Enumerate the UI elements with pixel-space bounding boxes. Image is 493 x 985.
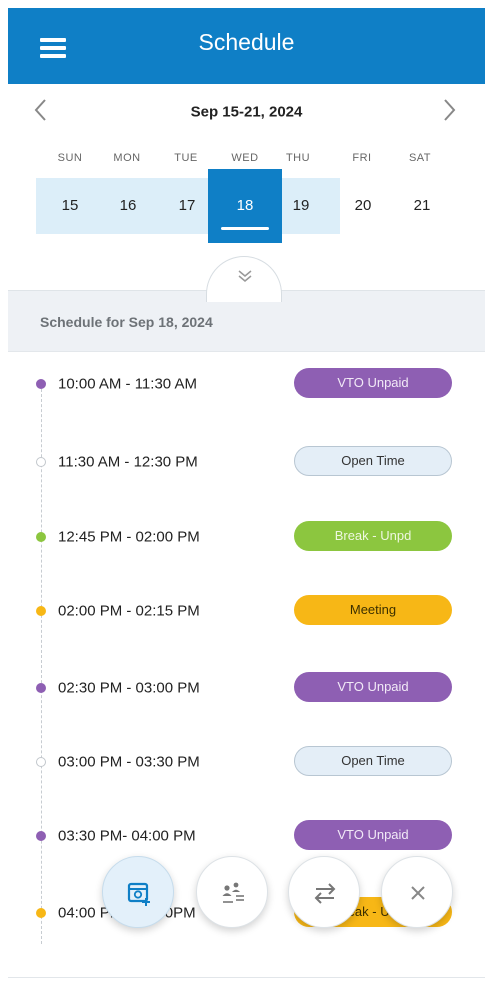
schedule-heading: Schedule for Sep 18, 2024 (40, 314, 213, 330)
day-name-mon: MON (113, 152, 141, 164)
calendar-add-icon (127, 882, 150, 906)
double-chevron-down-icon (238, 270, 252, 282)
status-dot (36, 831, 46, 841)
schedule-row[interactable]: 02:30 PM - 03:00 PM VTO Unpaid (8, 668, 485, 708)
schedule-row[interactable]: 10:00 AM - 11:30 AM VTO Unpaid (8, 364, 485, 404)
swap-shift-fab[interactable] (288, 856, 360, 928)
date-cell-16[interactable]: 16 (99, 178, 157, 234)
day-name-thu: THU (285, 152, 311, 164)
chevron-right-icon[interactable] (434, 94, 464, 126)
swap-arrows-icon (314, 883, 336, 904)
day-name-sat: SAT (408, 152, 432, 164)
activity-badge-vto-unpaid[interactable]: VTO Unpaid (294, 672, 452, 702)
schedule-row[interactable]: 11:30 AM - 12:30 PM Open Time (8, 442, 485, 482)
schedule-screen: Schedule Sep 15-21, 2024 SUN MON TUE WED… (8, 8, 485, 978)
status-dot (36, 379, 46, 389)
week-navigator: Sep 15-21, 2024 (8, 84, 485, 140)
add-time-off-fab[interactable] (102, 856, 174, 928)
status-dot (36, 908, 46, 918)
status-dot (36, 683, 46, 693)
activity-badge-vto-unpaid[interactable]: VTO Unpaid (294, 368, 452, 398)
shift-time: 12:45 PM - 02:00 PM (58, 528, 200, 546)
shift-time: 10:00 AM - 11:30 AM (58, 375, 197, 393)
day-name-tue: TUE (174, 152, 198, 164)
shift-time: 11:30 AM - 12:30 PM (58, 453, 198, 471)
date-cell-20[interactable]: 20 (334, 178, 392, 234)
date-cell-19[interactable]: 19 (272, 178, 330, 234)
date-cell-21[interactable]: 21 (393, 178, 451, 234)
team-fab[interactable] (196, 856, 268, 928)
shift-time: 02:30 PM - 03:00 PM (58, 679, 200, 697)
activity-badge-break-unpaid[interactable]: Break - Unpd (294, 521, 452, 551)
date-cell-18-selected[interactable]: 18 (208, 169, 282, 243)
schedule-row[interactable]: 03:30 PM- 04:00 PM VTO Unpaid (8, 816, 485, 856)
shift-time: 03:30 PM- 04:00 PM (58, 827, 196, 845)
status-dot (36, 757, 46, 767)
activity-badge-meeting[interactable]: Meeting (294, 595, 452, 625)
schedule-row[interactable]: 12:45 PM - 02:00 PM Break - Unpd (8, 517, 485, 557)
selected-date-underline (221, 227, 269, 230)
week-range-label: Sep 15-21, 2024 (190, 103, 303, 121)
status-dot (36, 457, 46, 467)
close-fab[interactable] (381, 856, 453, 928)
people-list-icon (222, 882, 244, 903)
activity-badge-vto-unpaid[interactable]: VTO Unpaid (294, 820, 452, 850)
day-name-sun: SUN (57, 152, 83, 164)
page-title: Schedule (198, 29, 295, 55)
shift-time: 02:00 PM - 02:15 PM (58, 602, 200, 620)
schedule-row[interactable]: 02:00 PM - 02:15 PM Meeting (8, 591, 485, 631)
status-dot (36, 606, 46, 616)
activity-badge-open-time[interactable]: Open Time (294, 446, 452, 476)
shift-time: 03:00 PM - 03:30 PM (58, 753, 200, 771)
close-icon (411, 886, 425, 900)
activity-badge-open-time[interactable]: Open Time (294, 746, 452, 776)
schedule-row[interactable]: 03:00 PM - 03:30 PM Open Time (8, 742, 485, 782)
expand-calendar-button[interactable] (206, 256, 282, 302)
date-cell-15[interactable]: 15 (41, 178, 99, 234)
status-dot (36, 532, 46, 542)
day-name-fri: FRI (352, 152, 372, 164)
app-header: Schedule (8, 8, 485, 84)
day-name-wed: WED (231, 152, 259, 164)
